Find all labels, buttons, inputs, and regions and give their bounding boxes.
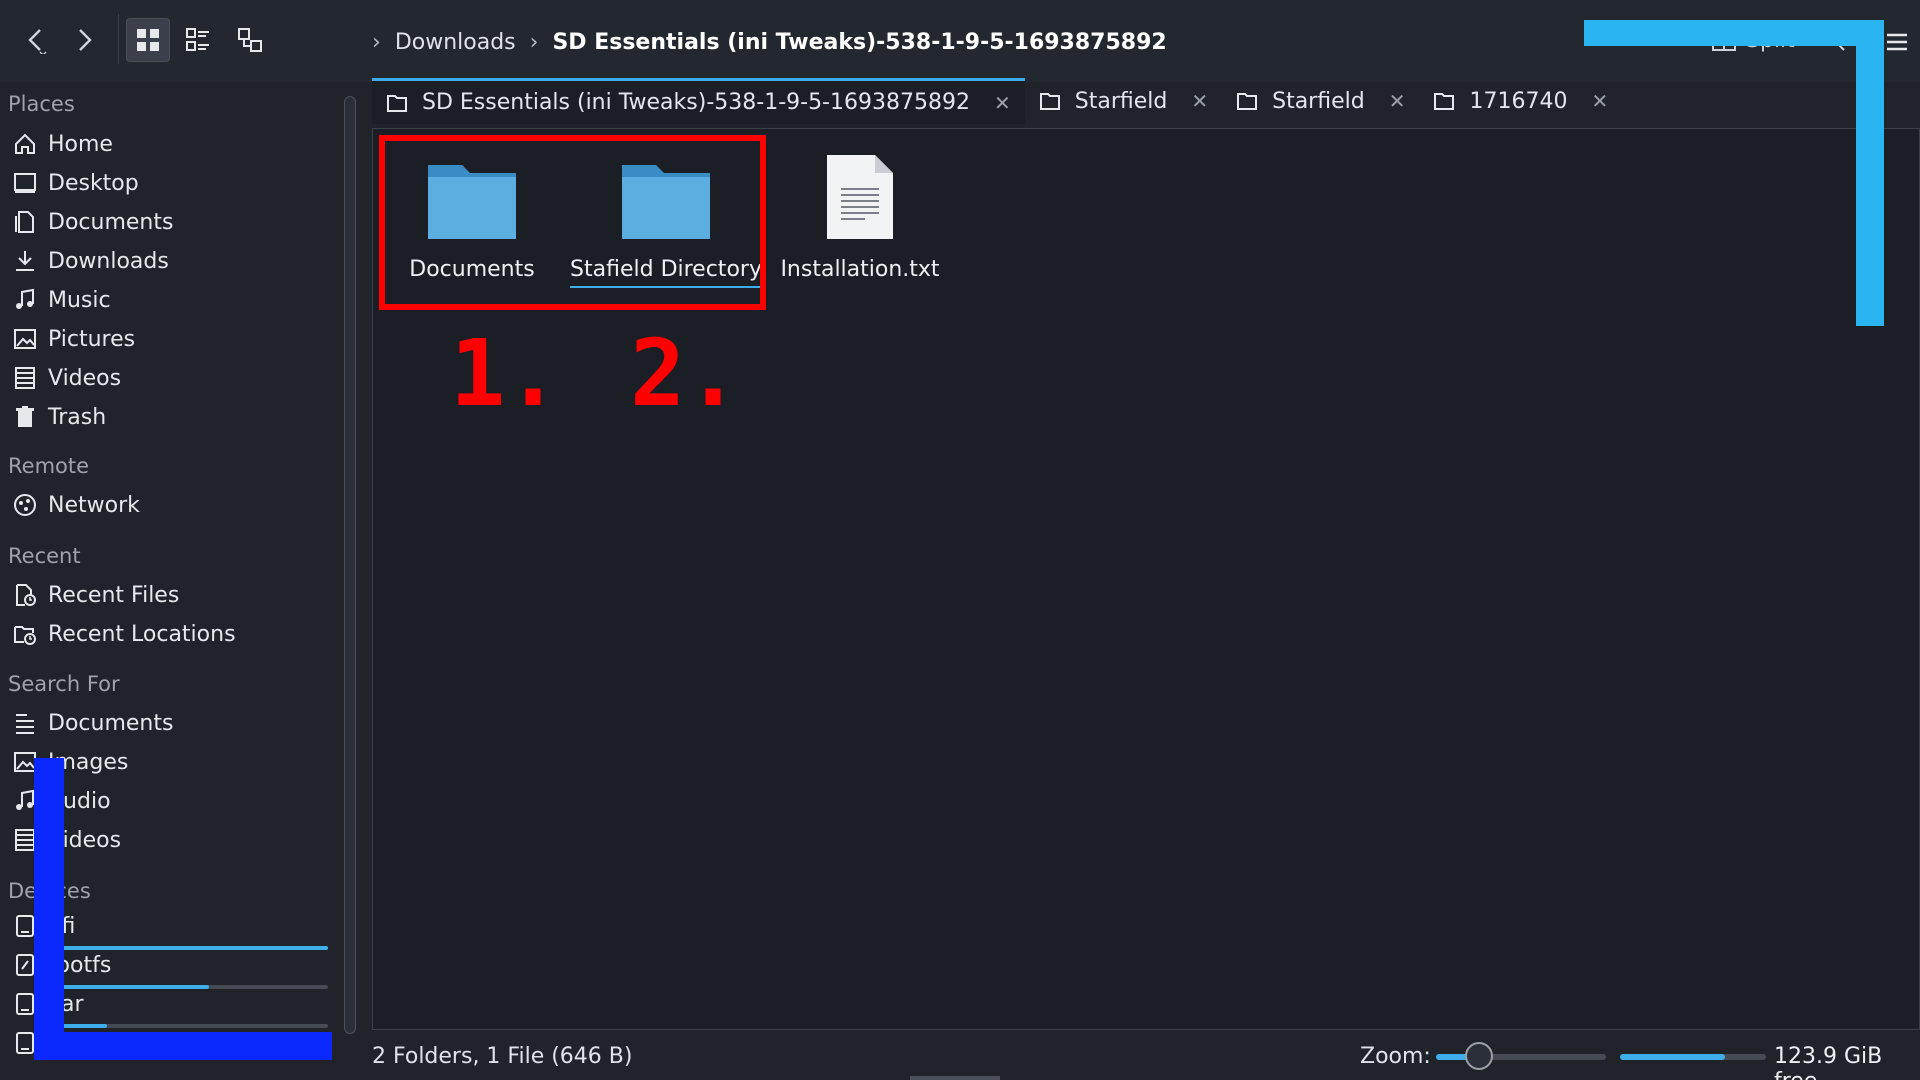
section-title-remote: Remote [8,454,90,478]
sidebar-item-downloads[interactable]: Downloads [12,243,332,279]
breadcrumb-separator-icon: › [372,29,381,55]
sidebar-item-label: Trash [48,404,107,430]
sidebar-item-search-documents[interactable]: Documents [12,705,332,741]
sidebar-scrollbar[interactable] [344,96,356,1034]
home-icon [12,131,38,157]
picture-icon [12,326,38,352]
text-lines-icon [12,710,38,736]
sidebar-item-label: Videos [48,365,122,391]
sidebar-item-network[interactable]: Network [12,487,332,523]
sidebar-item-pictures[interactable]: Pictures [12,321,332,357]
sidebar-item-documents[interactable]: Documents [12,204,332,240]
cyan-overlay-bar [1584,20,1884,46]
folder-icon [1237,93,1258,110]
sidebar-item-label: Network [48,492,140,518]
sidebar-item-label: Documents [48,209,174,235]
forward-button[interactable] [62,18,106,62]
section-title-places: Places [8,92,75,116]
download-icon [12,248,38,274]
status-summary: 2 Folders, 1 File (646 B) [372,1044,633,1069]
tab-sd-essentials[interactable]: SD Essentials (ini Tweaks)-538-1-9-5-169… [372,78,1025,124]
music-note-icon [12,287,38,313]
hamburger-menu-icon[interactable] [1884,30,1910,54]
recent-files-icon [12,582,38,608]
tab-starfield-1[interactable]: Starfield ✕ [1025,78,1222,124]
sidebar-item-label: Pictures [48,326,136,352]
chevron-right-icon [79,29,92,51]
tab-label: Starfield [1074,88,1168,114]
sidebar-item-label: Home [48,131,113,157]
annotation-number-2: 2. [630,320,741,427]
section-title-search-for: Search For [8,672,120,696]
tab-starfield-2[interactable]: Starfield ✕ [1222,78,1419,124]
chevron-left-icon [28,29,47,54]
back-button[interactable] [14,18,58,62]
sidebar-item-label: Documents [48,710,174,736]
sidebar-item-label: Recent Files [48,582,180,608]
details-view-icon [186,28,209,51]
breadcrumb-downloads[interactable]: Downloads [395,30,516,55]
sidebar-item-recent-files[interactable]: Recent Files [12,577,332,613]
folder-icon [387,94,407,112]
toolbar-separator [118,14,119,64]
zoom-label: Zoom: [1360,1044,1431,1069]
text-file-icon [810,149,910,241]
status-bar: 2 Folders, 1 File (646 B) Zoom: 123.9 Gi… [0,1034,1920,1080]
close-icon[interactable]: ✕ [1591,89,1608,113]
close-icon[interactable]: ✕ [1191,89,1208,113]
close-icon[interactable]: ✕ [994,91,1011,115]
desktop-icon [12,170,38,196]
annotation-highlight-box [379,135,766,310]
recent-locations-icon [12,621,38,647]
resize-handle[interactable] [910,1076,1000,1080]
breadcrumb-current-folder[interactable]: SD Essentials (ini Tweaks)-538-1-9-5-169… [552,30,1166,55]
section-title-recent: Recent [8,544,81,568]
cyan-overlay-bar [1856,20,1884,326]
trash-icon [12,404,38,430]
file-name: Installation.txt [780,257,940,282]
tab-label: Starfield [1272,88,1365,114]
network-icon [12,492,38,518]
breadcrumb-separator-icon: › [529,29,539,55]
icons-view-button[interactable] [126,18,170,62]
details-view-button[interactable] [176,18,220,62]
tree-view-button[interactable] [228,18,272,62]
sidebar-item-home[interactable]: Home [12,126,332,162]
free-space-label: 123.9 GiB free [1774,1044,1883,1080]
breadcrumb: › Downloads › SD Essentials (ini Tweaks)… [372,22,1167,62]
sidebar-item-label: Music [48,287,111,313]
film-icon [12,365,38,391]
tree-view-icon [238,28,262,52]
sidebar-item-desktop[interactable]: Desktop [12,165,332,201]
sidebar-item-trash[interactable]: Trash [12,399,332,435]
zoom-slider[interactable] [1436,1042,1606,1070]
folder-icon [1039,93,1060,110]
sidebar-item-videos[interactable]: Videos [12,360,332,396]
sidebar-item-label: Desktop [48,170,139,196]
file-item-installation-txt[interactable]: Installation.txt [767,149,953,286]
close-icon[interactable]: ✕ [1389,89,1406,113]
blue-overlay-bar [34,758,64,1060]
sidebar-item-label: Downloads [48,248,169,274]
tab-1716740[interactable]: 1716740 ✕ [1419,78,1622,124]
tab-label: SD Essentials (ini Tweaks)-538-1-9-5-169… [422,90,970,115]
annotation-number-1: 1. [450,320,561,427]
icons-view-icon [137,29,159,51]
sidebar-item-label: Recent Locations [48,621,236,647]
free-space-fill [1620,1054,1726,1060]
sidebar-item-recent-locations[interactable]: Recent Locations [12,616,332,652]
zoom-slider-handle[interactable] [1464,1042,1493,1070]
documents-icon [12,209,38,235]
tab-bar: SD Essentials (ini Tweaks)-538-1-9-5-169… [372,78,1920,124]
free-space-bar [1620,1054,1766,1060]
folder-icon [1434,93,1455,110]
tab-label: 1716740 [1469,88,1568,114]
sidebar-item-music[interactable]: Music [12,282,332,318]
